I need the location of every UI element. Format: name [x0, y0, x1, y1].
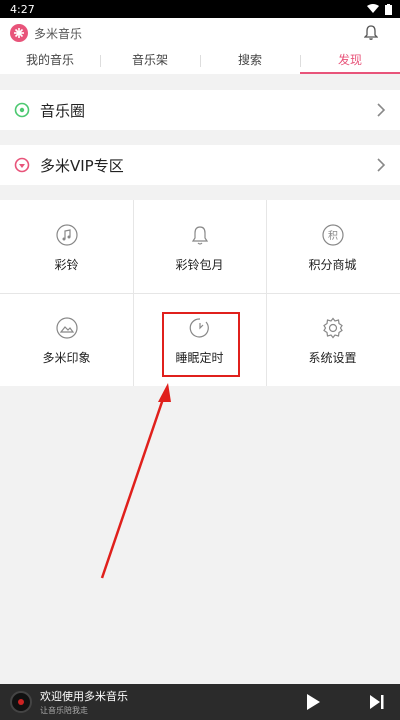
next-track-icon[interactable]	[368, 692, 386, 712]
play-icon[interactable]	[304, 692, 322, 712]
album-disc-icon	[10, 691, 32, 713]
player-title: 欢迎使用多米音乐	[40, 690, 128, 703]
mini-player[interactable]: 欢迎使用多米音乐 让音乐陪我走	[0, 684, 400, 720]
annotation-arrow	[100, 383, 171, 579]
player-subtitle: 让音乐陪我走	[40, 706, 88, 715]
